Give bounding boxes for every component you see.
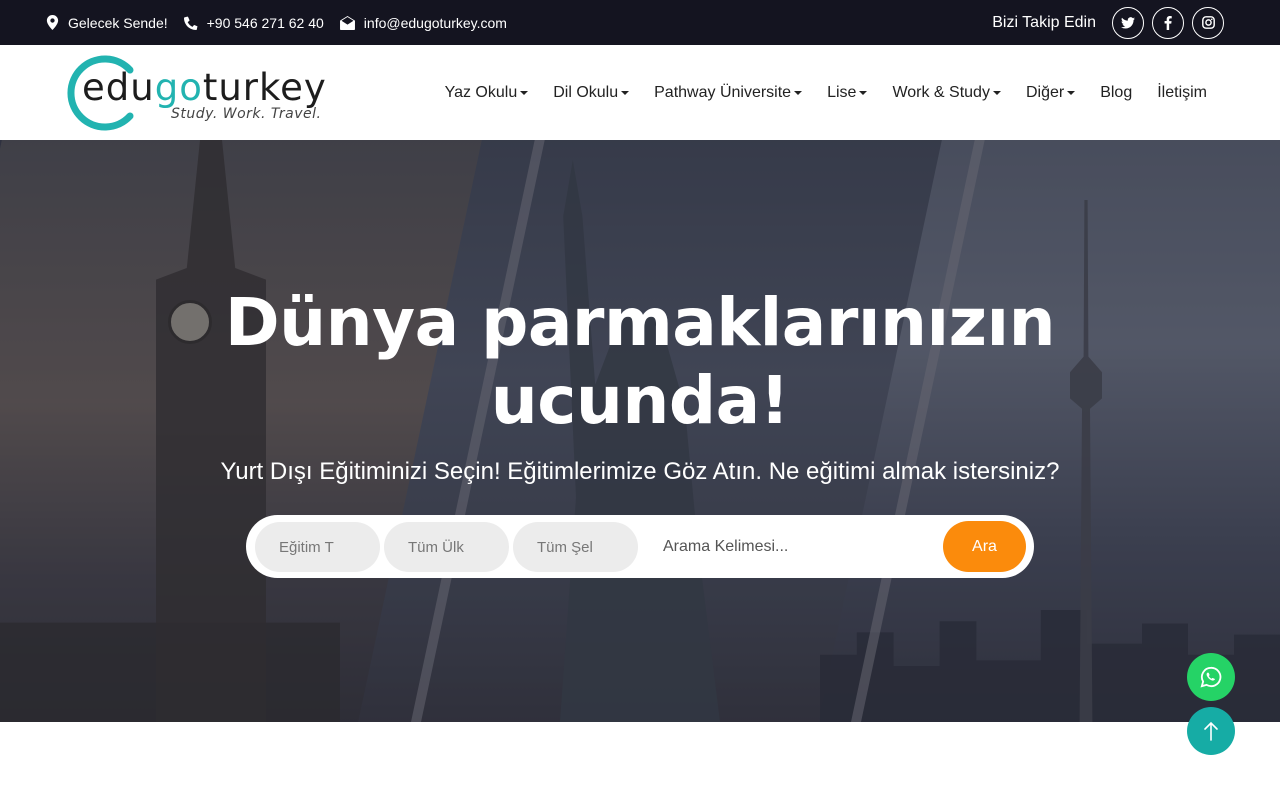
nav-lise[interactable]: Lise [827,83,868,102]
search-bar: Eğitim T Tüm Ülk Tüm Şel Arama Kelimesi.… [246,515,1034,578]
envelope-open-icon [339,15,355,30]
hero-subtitle: Yurt Dışı Eğitiminizi Seçin! Eğitimlerim… [220,458,1060,485]
facebook-icon [1164,15,1172,30]
top-bar: Gelecek Sende! +90 546 271 62 40 info@ed… [0,0,1280,45]
scroll-to-top-button[interactable] [1187,707,1235,755]
facebook-button[interactable] [1152,6,1184,39]
main-header: edugoturkey Study. Work. Travel. Yaz Oku… [0,45,1280,140]
whatsapp-icon [1200,666,1222,688]
caret-down-icon [520,90,529,95]
nav-iletisim[interactable]: İletişim [1157,84,1207,102]
caret-down-icon [1067,90,1076,95]
nav-diger[interactable]: Diğer [1025,83,1076,102]
contact-info: Gelecek Sende! +90 546 271 62 40 info@ed… [46,0,523,45]
nav-yaz-okulu[interactable]: Yaz Okulu [445,84,529,102]
search-submit-button[interactable]: Ara [943,521,1026,572]
logo-word-edu: edu [82,66,155,109]
email-address[interactable]: info@edugoturkey.com [364,15,507,31]
caret-down-icon [992,90,1001,95]
logo-tagline: Study. Work. Travel. [171,106,322,122]
phone-icon [183,16,198,30]
nav-label: Diğer [1025,83,1065,101]
logo-word-turkey: turkey [202,66,327,109]
nav-dil-okulu[interactable]: Dil Okulu [553,83,630,102]
city-select[interactable]: Tüm Şel [513,522,638,572]
phone-item[interactable]: +90 546 271 62 40 [183,15,324,31]
logo-word-go: go [154,66,203,109]
caret-down-icon [794,90,803,95]
site-logo[interactable]: edugoturkey Study. Work. Travel. [64,53,327,131]
twitter-icon [1121,16,1135,29]
whatsapp-button[interactable] [1187,653,1235,701]
nav-label: Blog [1100,83,1133,101]
education-type-select[interactable]: Eğitim T [255,522,380,572]
email-item[interactable]: info@edugoturkey.com [339,15,507,31]
caret-down-icon [859,90,868,95]
phone-number[interactable]: +90 546 271 62 40 [207,15,324,31]
nav-label: Work & Study [892,83,990,101]
nav-label: Dil Okulu [553,83,619,101]
keyword-input[interactable]: Arama Kelimesi... [663,522,933,572]
nav-label: Yaz Okulu [444,83,518,101]
social-follow: Bizi Takip Edin [992,0,1224,45]
instagram-button[interactable] [1192,6,1224,39]
arrow-up-icon [1204,721,1218,741]
caret-down-icon [621,90,630,95]
nav-label: İletişim [1157,83,1207,101]
hero-title-line2: ucunda! [490,362,790,439]
nav-label: Lise [827,83,857,101]
nav-pathway-universite[interactable]: Pathway Üniversite [654,83,803,102]
map-pin-icon [46,15,59,30]
follow-label: Bizi Takip Edin [992,13,1096,31]
instagram-icon [1201,16,1215,29]
country-select[interactable]: Tüm Ülk [384,522,509,572]
location-text: Gelecek Sende! [68,14,168,31]
nav-label: Pathway Üniversite [654,83,792,101]
nav-work-study[interactable]: Work & Study [892,84,1001,102]
hero-banner: Dünya parmaklarınızın ucunda! Yurt Dışı E… [0,140,1280,722]
nav-blog[interactable]: Blog [1100,84,1132,102]
hero-title: Dünya parmaklarınızın ucunda! [0,284,1280,440]
logo-wordmark: edugoturkey [82,66,327,109]
main-nav: Yaz Okulu Dil Okulu Pathway Üniversite L… [420,45,1207,140]
hero-title-line1: Dünya parmaklarınızın [224,284,1056,361]
twitter-button[interactable] [1112,6,1144,39]
location-item: Gelecek Sende! [46,15,168,31]
